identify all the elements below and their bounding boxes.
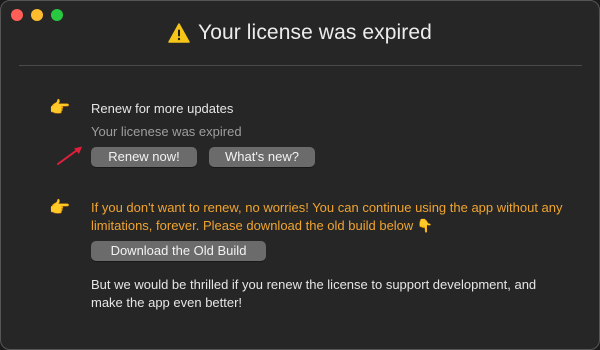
whats-new-button[interactable]: What's new? bbox=[209, 147, 315, 167]
pointing-hand-icon: 👉 bbox=[49, 198, 71, 217]
warning-icon bbox=[168, 23, 190, 43]
red-arrow-icon bbox=[57, 146, 82, 165]
window-title: Your license was expired bbox=[198, 21, 432, 44]
title-row: Your license was expired bbox=[1, 21, 599, 45]
pointing-hand-icon: 👉 bbox=[49, 98, 71, 117]
renew-now-button[interactable]: Renew now! bbox=[91, 147, 197, 167]
window-controls bbox=[11, 9, 63, 21]
download-old-build-button[interactable]: Download the Old Build bbox=[91, 241, 266, 261]
divider bbox=[19, 65, 582, 66]
support-message: But we would be thrilled if you renew th… bbox=[91, 277, 537, 310]
zoom-window-button[interactable] bbox=[51, 9, 63, 21]
license-expired-window: Your license was expired 👉 Renew for mor… bbox=[0, 0, 600, 350]
renew-title: Renew for more updates bbox=[91, 101, 234, 116]
renew-subtitle: Your licenese was expired bbox=[91, 124, 242, 139]
no-renew-message: If you don't want to renew, no worries! … bbox=[91, 200, 563, 233]
minimize-window-button[interactable] bbox=[31, 9, 43, 21]
close-window-button[interactable] bbox=[11, 9, 23, 21]
